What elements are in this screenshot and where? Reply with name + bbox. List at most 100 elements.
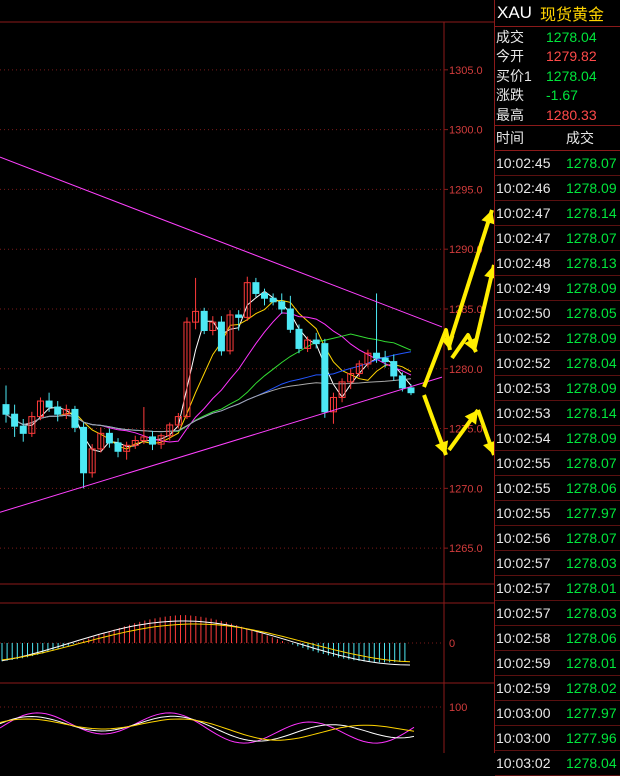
tick-time: 10:02:48 bbox=[496, 254, 551, 271]
candle-body bbox=[217, 321, 225, 352]
quote-value: -1.67 bbox=[546, 87, 578, 104]
tick-row[interactable]: 10:03:02 1278.04 bbox=[495, 751, 620, 776]
tick-price: 1278.04 bbox=[566, 754, 617, 771]
quote-row: 买价1 1278.04 bbox=[495, 66, 620, 86]
candle-body bbox=[278, 301, 286, 310]
tick-price: 1278.06 bbox=[566, 629, 617, 646]
lower-trendline bbox=[0, 376, 443, 513]
price-tick-label: 1280.0 bbox=[449, 364, 483, 376]
quote-value: 1278.04 bbox=[546, 28, 597, 45]
tick-row[interactable]: 10:02:52 1278.04 bbox=[495, 351, 620, 376]
price-tick-label: 1285.0 bbox=[449, 304, 483, 316]
tick-row[interactable]: 10:03:00 1277.96 bbox=[495, 726, 620, 751]
candle-body bbox=[54, 406, 62, 415]
quote-row: 今开 1279.82 bbox=[495, 47, 620, 67]
yellow-arrow-head bbox=[484, 265, 498, 280]
tick-price: 1278.07 bbox=[566, 154, 617, 171]
quote-label: 成交 bbox=[496, 28, 524, 45]
tick-row[interactable]: 10:02:56 1278.07 bbox=[495, 526, 620, 551]
tick-price: 1278.09 bbox=[566, 429, 617, 446]
tick-row[interactable]: 10:02:57 1278.03 bbox=[495, 551, 620, 576]
tick-row[interactable]: 10:02:52 1278.09 bbox=[495, 326, 620, 351]
tick-price: 1278.07 bbox=[566, 529, 617, 546]
tick-price: 1278.09 bbox=[566, 279, 617, 296]
price-tick-label: 1300.0 bbox=[449, 125, 483, 137]
tick-price: 1278.14 bbox=[566, 204, 617, 221]
tick-row[interactable]: 10:02:48 1278.13 bbox=[495, 251, 620, 276]
macd-panel: 0 bbox=[0, 615, 455, 666]
tick-price: 1278.13 bbox=[566, 254, 617, 271]
candle-body bbox=[45, 400, 53, 408]
candle-body bbox=[114, 442, 122, 452]
candle-body bbox=[390, 361, 398, 377]
tick-time: 10:02:54 bbox=[496, 429, 551, 446]
tick-row[interactable]: 10:02:58 1278.06 bbox=[495, 626, 620, 651]
tick-row[interactable]: 10:02:53 1278.14 bbox=[495, 401, 620, 426]
quote-value: 1279.82 bbox=[546, 48, 597, 65]
tick-row[interactable]: 10:02:57 1278.01 bbox=[495, 576, 620, 601]
tick-time: 10:02:45 bbox=[496, 154, 551, 171]
candle-body bbox=[398, 375, 406, 389]
price-tick-label: 1305.0 bbox=[449, 65, 483, 77]
candle-body bbox=[261, 292, 269, 299]
tick-row[interactable]: 10:02:49 1278.09 bbox=[495, 276, 620, 301]
tick-price: 1278.07 bbox=[566, 229, 617, 246]
candle-body bbox=[381, 357, 389, 363]
tick-time: 10:02:56 bbox=[496, 529, 551, 546]
tick-list[interactable]: 10:02:45 1278.07 10:02:46 1278.09 10:02:47 12… bbox=[495, 151, 620, 776]
candle-body bbox=[235, 314, 243, 318]
candle-body bbox=[286, 308, 294, 330]
quote-value: 1280.33 bbox=[546, 106, 597, 123]
tick-row[interactable]: 10:02:59 1278.02 bbox=[495, 676, 620, 701]
tick-time: 10:02:59 bbox=[496, 654, 551, 671]
tick-time: 10:02:50 bbox=[496, 304, 551, 321]
candle-body bbox=[11, 413, 19, 427]
tick-time: 10:02:53 bbox=[496, 379, 551, 396]
tick-row[interactable]: 10:02:55 1277.97 bbox=[495, 501, 620, 526]
tick-row[interactable]: 10:02:59 1278.01 bbox=[495, 651, 620, 676]
quote-label: 买价1 bbox=[496, 67, 532, 84]
candle-body bbox=[312, 339, 320, 345]
tick-time: 10:02:47 bbox=[496, 204, 551, 221]
quote-header: XAU 现货黄金 bbox=[495, 0, 620, 27]
quote-rows: 成交 1278.04 今开 1279.82 买价1 1278.04 涨跌 -1.67 最高 128… bbox=[495, 27, 620, 125]
candle-body bbox=[407, 387, 415, 394]
tick-row[interactable]: 10:02:45 1278.07 bbox=[495, 151, 620, 176]
tick-time: 10:02:55 bbox=[496, 454, 551, 471]
tick-row[interactable]: 10:02:50 1278.05 bbox=[495, 301, 620, 326]
tick-row[interactable]: 10:02:55 1278.06 bbox=[495, 476, 620, 501]
quote-row: 涨跌 -1.67 bbox=[495, 86, 620, 106]
tick-row[interactable]: 10:02:55 1278.07 bbox=[495, 451, 620, 476]
tick-time: 10:02:57 bbox=[496, 554, 551, 571]
tick-row[interactable]: 10:02:53 1278.09 bbox=[495, 376, 620, 401]
tick-price: 1278.06 bbox=[566, 479, 617, 496]
symbol-code: XAU bbox=[497, 3, 532, 22]
tick-time: 10:02:58 bbox=[496, 629, 551, 646]
tick-time: 10:03:00 bbox=[496, 704, 551, 721]
tick-time: 10:03:02 bbox=[496, 754, 551, 771]
tick-row[interactable]: 10:02:46 1278.09 bbox=[495, 176, 620, 201]
tick-row[interactable]: 10:03:00 1277.97 bbox=[495, 701, 620, 726]
chart-grid bbox=[0, 21, 494, 753]
tick-row[interactable]: 10:02:47 1278.07 bbox=[495, 226, 620, 251]
tick-price: 1278.09 bbox=[566, 329, 617, 346]
candle-body bbox=[252, 282, 260, 294]
kline-chart-panel[interactable]: 1305.0 1300.0 1295.0 1290.0 1285.0 1280.0 1275… bbox=[0, 0, 498, 753]
tick-price: 1278.14 bbox=[566, 404, 617, 421]
tick-row[interactable]: 10:02:54 1278.09 bbox=[495, 426, 620, 451]
tick-row[interactable]: 10:02:57 1278.03 bbox=[495, 601, 620, 626]
tick-time: 10:02:57 bbox=[496, 604, 551, 621]
tick-price: 1278.04 bbox=[566, 354, 617, 371]
symbol-name: 现货黄金 bbox=[539, 7, 604, 24]
tick-row[interactable]: 10:02:47 1278.14 bbox=[495, 201, 620, 226]
price-tick-label: 1265.0 bbox=[449, 543, 483, 555]
tick-price: 1277.97 bbox=[566, 704, 617, 721]
tick-price: 1278.07 bbox=[566, 454, 617, 471]
candle-body bbox=[2, 404, 10, 415]
tick-time: 10:02:52 bbox=[496, 329, 551, 346]
tick-time: 10:02:55 bbox=[496, 504, 551, 521]
kdj-tick-label: 100 bbox=[449, 702, 467, 714]
quote-label: 最高 bbox=[496, 106, 524, 123]
quote-sidebar: XAU 现货黄金 成交 1278.04 今开 1279.82 买价1 1278.04 涨跌 -… bbox=[494, 0, 620, 776]
kline-chart[interactable]: 1305.01300.01295.01290.01285.01280.01275… bbox=[0, 0, 498, 753]
